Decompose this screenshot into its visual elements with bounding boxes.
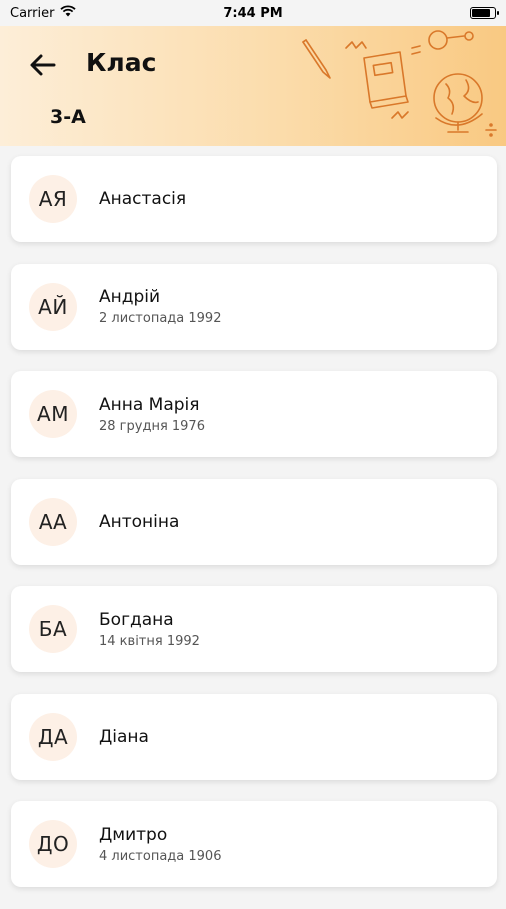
- student-info: Богдана 14 квітня 1992: [99, 610, 200, 649]
- student-name: Анастасія: [99, 189, 187, 209]
- status-bar: Carrier 7:44 PM: [0, 0, 506, 26]
- back-arrow-icon[interactable]: [28, 50, 58, 80]
- student-info: Діана: [99, 727, 149, 747]
- avatar: АА: [29, 497, 77, 546]
- avatar: АЙ: [29, 282, 77, 331]
- student-birthdate: 4 листопада 1906: [99, 848, 222, 864]
- avatar: АЯ: [29, 175, 77, 223]
- student-card[interactable]: БА Богдана 14 квітня 1992: [11, 586, 497, 672]
- avatar: ДО: [29, 820, 77, 868]
- page-title: Клас: [86, 48, 157, 77]
- avatar: ДА: [29, 712, 77, 761]
- student-birthdate: 28 грудня 1976: [99, 418, 205, 434]
- avatar: АМ: [29, 390, 77, 438]
- student-card[interactable]: ДО Дмитро 4 листопада 1906: [11, 801, 497, 887]
- student-birthdate: 2 листопада 1992: [99, 311, 222, 326]
- student-name: Діана: [99, 726, 149, 747]
- class-name: 3-А: [50, 106, 86, 128]
- student-info: Андрій 2 листопада 1992: [99, 287, 221, 326]
- student-card[interactable]: АМ Анна Марія 28 грудня 1976: [11, 371, 497, 457]
- avatar: БА: [29, 605, 77, 653]
- student-name: Антоніна: [99, 511, 180, 532]
- student-card[interactable]: АЙ Андрій 2 листопада 1992: [11, 263, 497, 350]
- student-name: Анна Марія: [99, 394, 200, 415]
- student-name: Богдана: [99, 609, 174, 630]
- status-time: 7:44 PM: [223, 6, 283, 21]
- student-info: Антоніна: [99, 512, 179, 532]
- student-name: Дмитро: [99, 824, 168, 845]
- battery-level: [472, 9, 491, 17]
- school-doodles-illustration: [302, 30, 497, 137]
- student-birthdate: 14 квітня 1992: [99, 633, 200, 649]
- header: Клас 3-А: [0, 26, 506, 146]
- student-card[interactable]: АА Антоніна: [11, 478, 497, 565]
- student-info: Анастасія: [99, 189, 186, 209]
- student-info: Анна Марія 28 грудня 1976: [99, 395, 205, 434]
- student-name: Андрій: [99, 287, 161, 307]
- student-card[interactable]: ДА Діана: [11, 693, 497, 780]
- student-list: АЯ Анастасія АЙ Андрій 2 листопада 1992 АМ Анн…: [11, 156, 497, 909]
- battery-icon: [470, 7, 499, 19]
- student-card[interactable]: АЯ Анастасія: [11, 156, 497, 242]
- student-info: Дмитро 4 листопада 1906: [99, 825, 221, 864]
